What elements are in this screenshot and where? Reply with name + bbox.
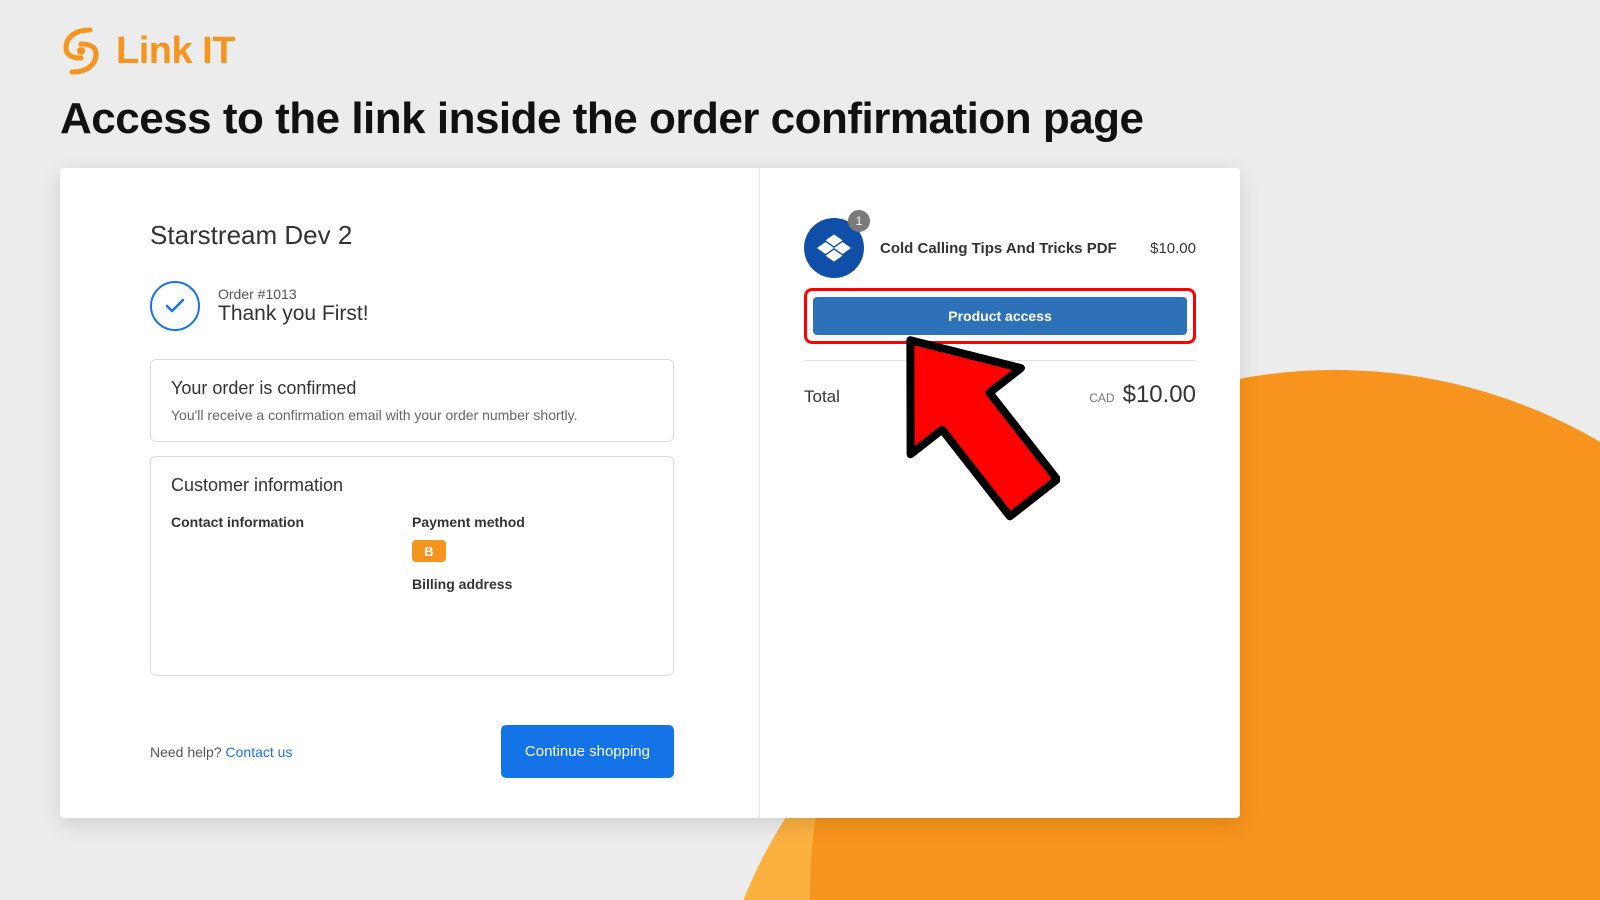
line-item: 1 Cold Calling Tips And Tricks PDF $10.0… [804, 218, 1196, 278]
product-access-highlight: Product access [804, 288, 1196, 344]
product-access-button[interactable]: Product access [813, 297, 1187, 335]
total-amount: $10.00 [1123, 381, 1196, 409]
help-text: Need help? Contact us [150, 744, 292, 760]
page-headline: Access to the link inside the order conf… [60, 94, 1540, 144]
product-price: $10.00 [1150, 240, 1196, 257]
store-name: Starstream Dev 2 [150, 220, 674, 251]
brand-name: Link IT [116, 30, 235, 73]
order-confirmed-box: Your order is confirmed You'll receive a… [150, 359, 674, 442]
footer-row: Need help? Contact us Continue shopping [150, 705, 674, 778]
total-label: Total [804, 387, 840, 407]
product-thumbnail: 1 [804, 218, 864, 278]
order-confirmed-title: Your order is confirmed [171, 378, 653, 399]
checkmark-circle-icon [150, 281, 200, 331]
help-prefix: Need help? [150, 744, 226, 760]
quantity-badge: 1 [848, 210, 870, 232]
continue-shopping-button[interactable]: Continue shopping [501, 725, 674, 778]
brand-header: Link IT [60, 24, 1540, 78]
brand-logo-icon [60, 24, 102, 78]
product-name: Cold Calling Tips And Tricks PDF [880, 240, 1134, 257]
thank-you-text: Thank you First! [218, 302, 369, 326]
contact-us-link[interactable]: Contact us [226, 744, 293, 760]
divider [804, 360, 1196, 361]
payment-badge-icon: B [412, 540, 446, 562]
left-panel: Starstream Dev 2 Order #1013 Thank you F… [60, 168, 760, 818]
order-number: Order #1013 [218, 286, 369, 302]
billing-address-label: Billing address [412, 576, 653, 592]
customer-info-title: Customer information [171, 475, 653, 496]
confirmation-card: Starstream Dev 2 Order #1013 Thank you F… [60, 168, 1240, 818]
payment-method-label: Payment method [412, 514, 653, 530]
annotation-arrow-icon [890, 318, 1060, 533]
currency-code: CAD [1089, 391, 1114, 405]
total-row: Total CAD $10.00 [804, 381, 1196, 409]
contact-info-label: Contact information [171, 514, 412, 530]
thank-you-row: Order #1013 Thank you First! [150, 281, 674, 331]
customer-info-box: Customer information Contact information… [150, 456, 674, 676]
order-confirmed-subtitle: You'll receive a confirmation email with… [171, 407, 653, 423]
right-panel: 1 Cold Calling Tips And Tricks PDF $10.0… [760, 168, 1240, 818]
